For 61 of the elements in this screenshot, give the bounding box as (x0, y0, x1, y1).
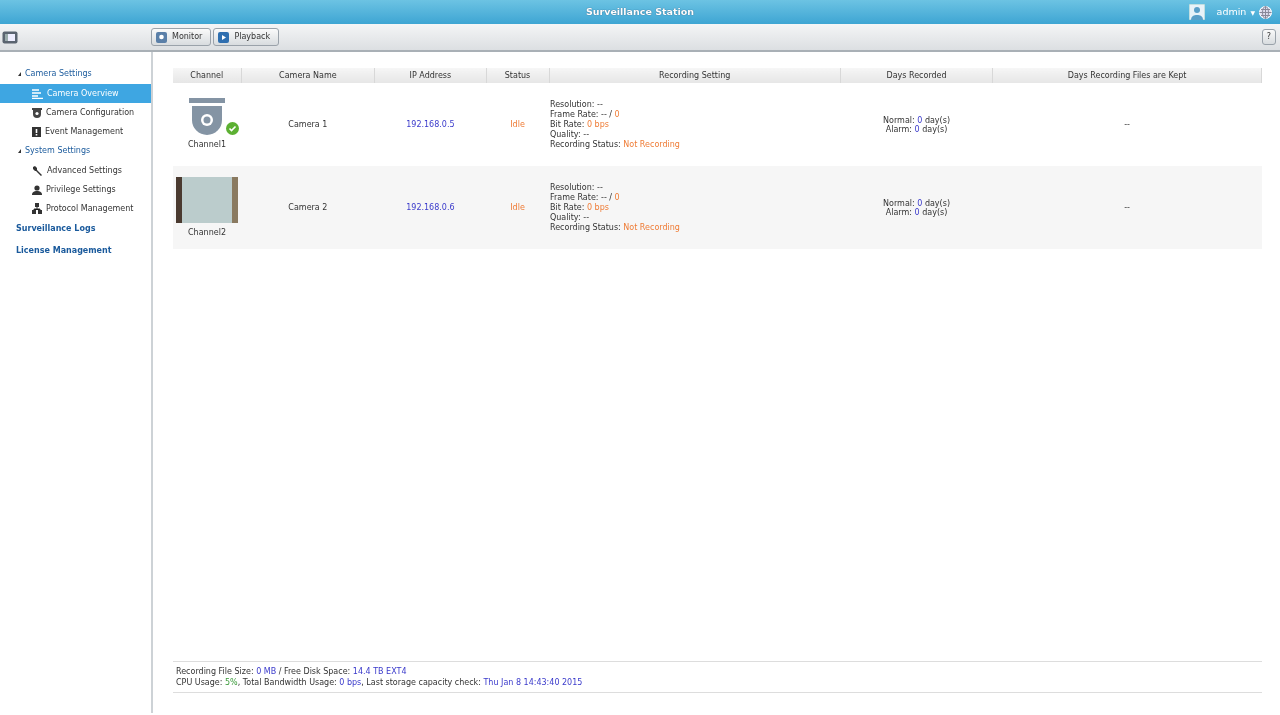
days-recorded-line: Normal: 0 day(s) (882, 115, 951, 125)
list-icon (32, 88, 43, 99)
sidebar-item[interactable]: Protocol Management (0, 199, 151, 218)
days-recorded-line: Alarm: 0 day(s) (884, 207, 948, 217)
days-kept-text: -- (1124, 202, 1130, 212)
sidebar-group[interactable]: System Settings (25, 145, 91, 157)
column-header: IP Address (374, 68, 487, 83)
wrench-icon (32, 165, 43, 176)
avatar-icon[interactable] (1188, 4, 1205, 20)
recording-setting-line: Resolution: -- (550, 182, 604, 193)
person-icon (32, 184, 42, 195)
days-kept-text: -- (1124, 119, 1130, 129)
expand-triangle-icon[interactable] (18, 149, 21, 153)
footer-info-line: CPU Usage: 5%, Total Bandwidth Usage: 0 bps, Last storage capacity check: Thu Jan 8 14:43:40 2015 (176, 677, 584, 688)
recording-setting-line: Recording Status: Not Recording (550, 222, 681, 233)
recording-setting-line: Quality: -- (550, 129, 590, 140)
window-title: Surveillance Station (585, 4, 695, 19)
sidebar-item[interactable]: Privilege Settings (0, 180, 151, 199)
camera-name: Camera 1 (288, 119, 328, 129)
photo-placeholder (176, 176, 238, 223)
column-header: Channel (173, 68, 241, 83)
recording-setting-line: Recording Status: Not Recording (550, 139, 681, 150)
channel-label: Channel2 (187, 226, 227, 239)
status-text: Idle (510, 119, 525, 129)
camera-icon (32, 107, 42, 118)
globe-icon[interactable] (1259, 5, 1272, 19)
camera-icon (156, 31, 167, 43)
camera-icon (189, 98, 225, 135)
days-recorded-line: Normal: 0 day(s) (882, 198, 951, 208)
column-header: Status (486, 68, 549, 83)
sidebar-item[interactable]: Advanced Settings (0, 161, 151, 180)
ip-address: 192.168.0.5 (406, 119, 455, 129)
column-header: Days Recording Files are Kept (992, 68, 1262, 83)
sidebar-toggle-button[interactable] (2, 30, 18, 44)
camera-name: Camera 2 (288, 202, 328, 212)
recording-setting-line: Resolution: -- (550, 99, 604, 110)
recording-setting-line: Bit Rate: 0 bps (550, 119, 610, 130)
help-button[interactable]: ? (1261, 29, 1276, 45)
column-header: Days Recorded (840, 68, 993, 83)
channel-label: Channel1 (187, 139, 227, 151)
sidebar-link[interactable]: License Management (16, 245, 112, 257)
days-recorded-line: Alarm: 0 day(s) (884, 124, 948, 134)
expand-triangle-icon[interactable] (18, 72, 21, 76)
recording-setting-line: Frame Rate: -- / 0 (550, 192, 621, 203)
ip-address: 192.168.0.6 (406, 202, 455, 212)
footer-info-line: Recording File Size: 0 MB / Free Disk Space: 14.4 TB EXT4 (176, 666, 408, 677)
sidebar-group[interactable]: Camera Settings (25, 68, 92, 80)
recording-setting-line: Quality: -- (550, 212, 590, 223)
monitor-button[interactable]: Monitor (151, 28, 212, 46)
network-icon (32, 203, 42, 214)
status-text: Idle (510, 202, 525, 212)
sidebar-item[interactable]: Event Management (0, 122, 151, 141)
recording-setting-line: Frame Rate: -- / 0 (550, 109, 621, 120)
play-icon (218, 31, 230, 43)
playback-button[interactable]: Playback (213, 28, 280, 46)
column-header: Camera Name (241, 68, 375, 83)
alert-icon (32, 126, 41, 137)
sidebar-item[interactable]: Camera Configuration (0, 103, 151, 122)
recording-setting-line: Bit Rate: 0 bps (550, 202, 610, 213)
sidebar-link[interactable]: Surveillance Logs (16, 223, 96, 235)
column-header: Recording Setting (549, 68, 841, 83)
